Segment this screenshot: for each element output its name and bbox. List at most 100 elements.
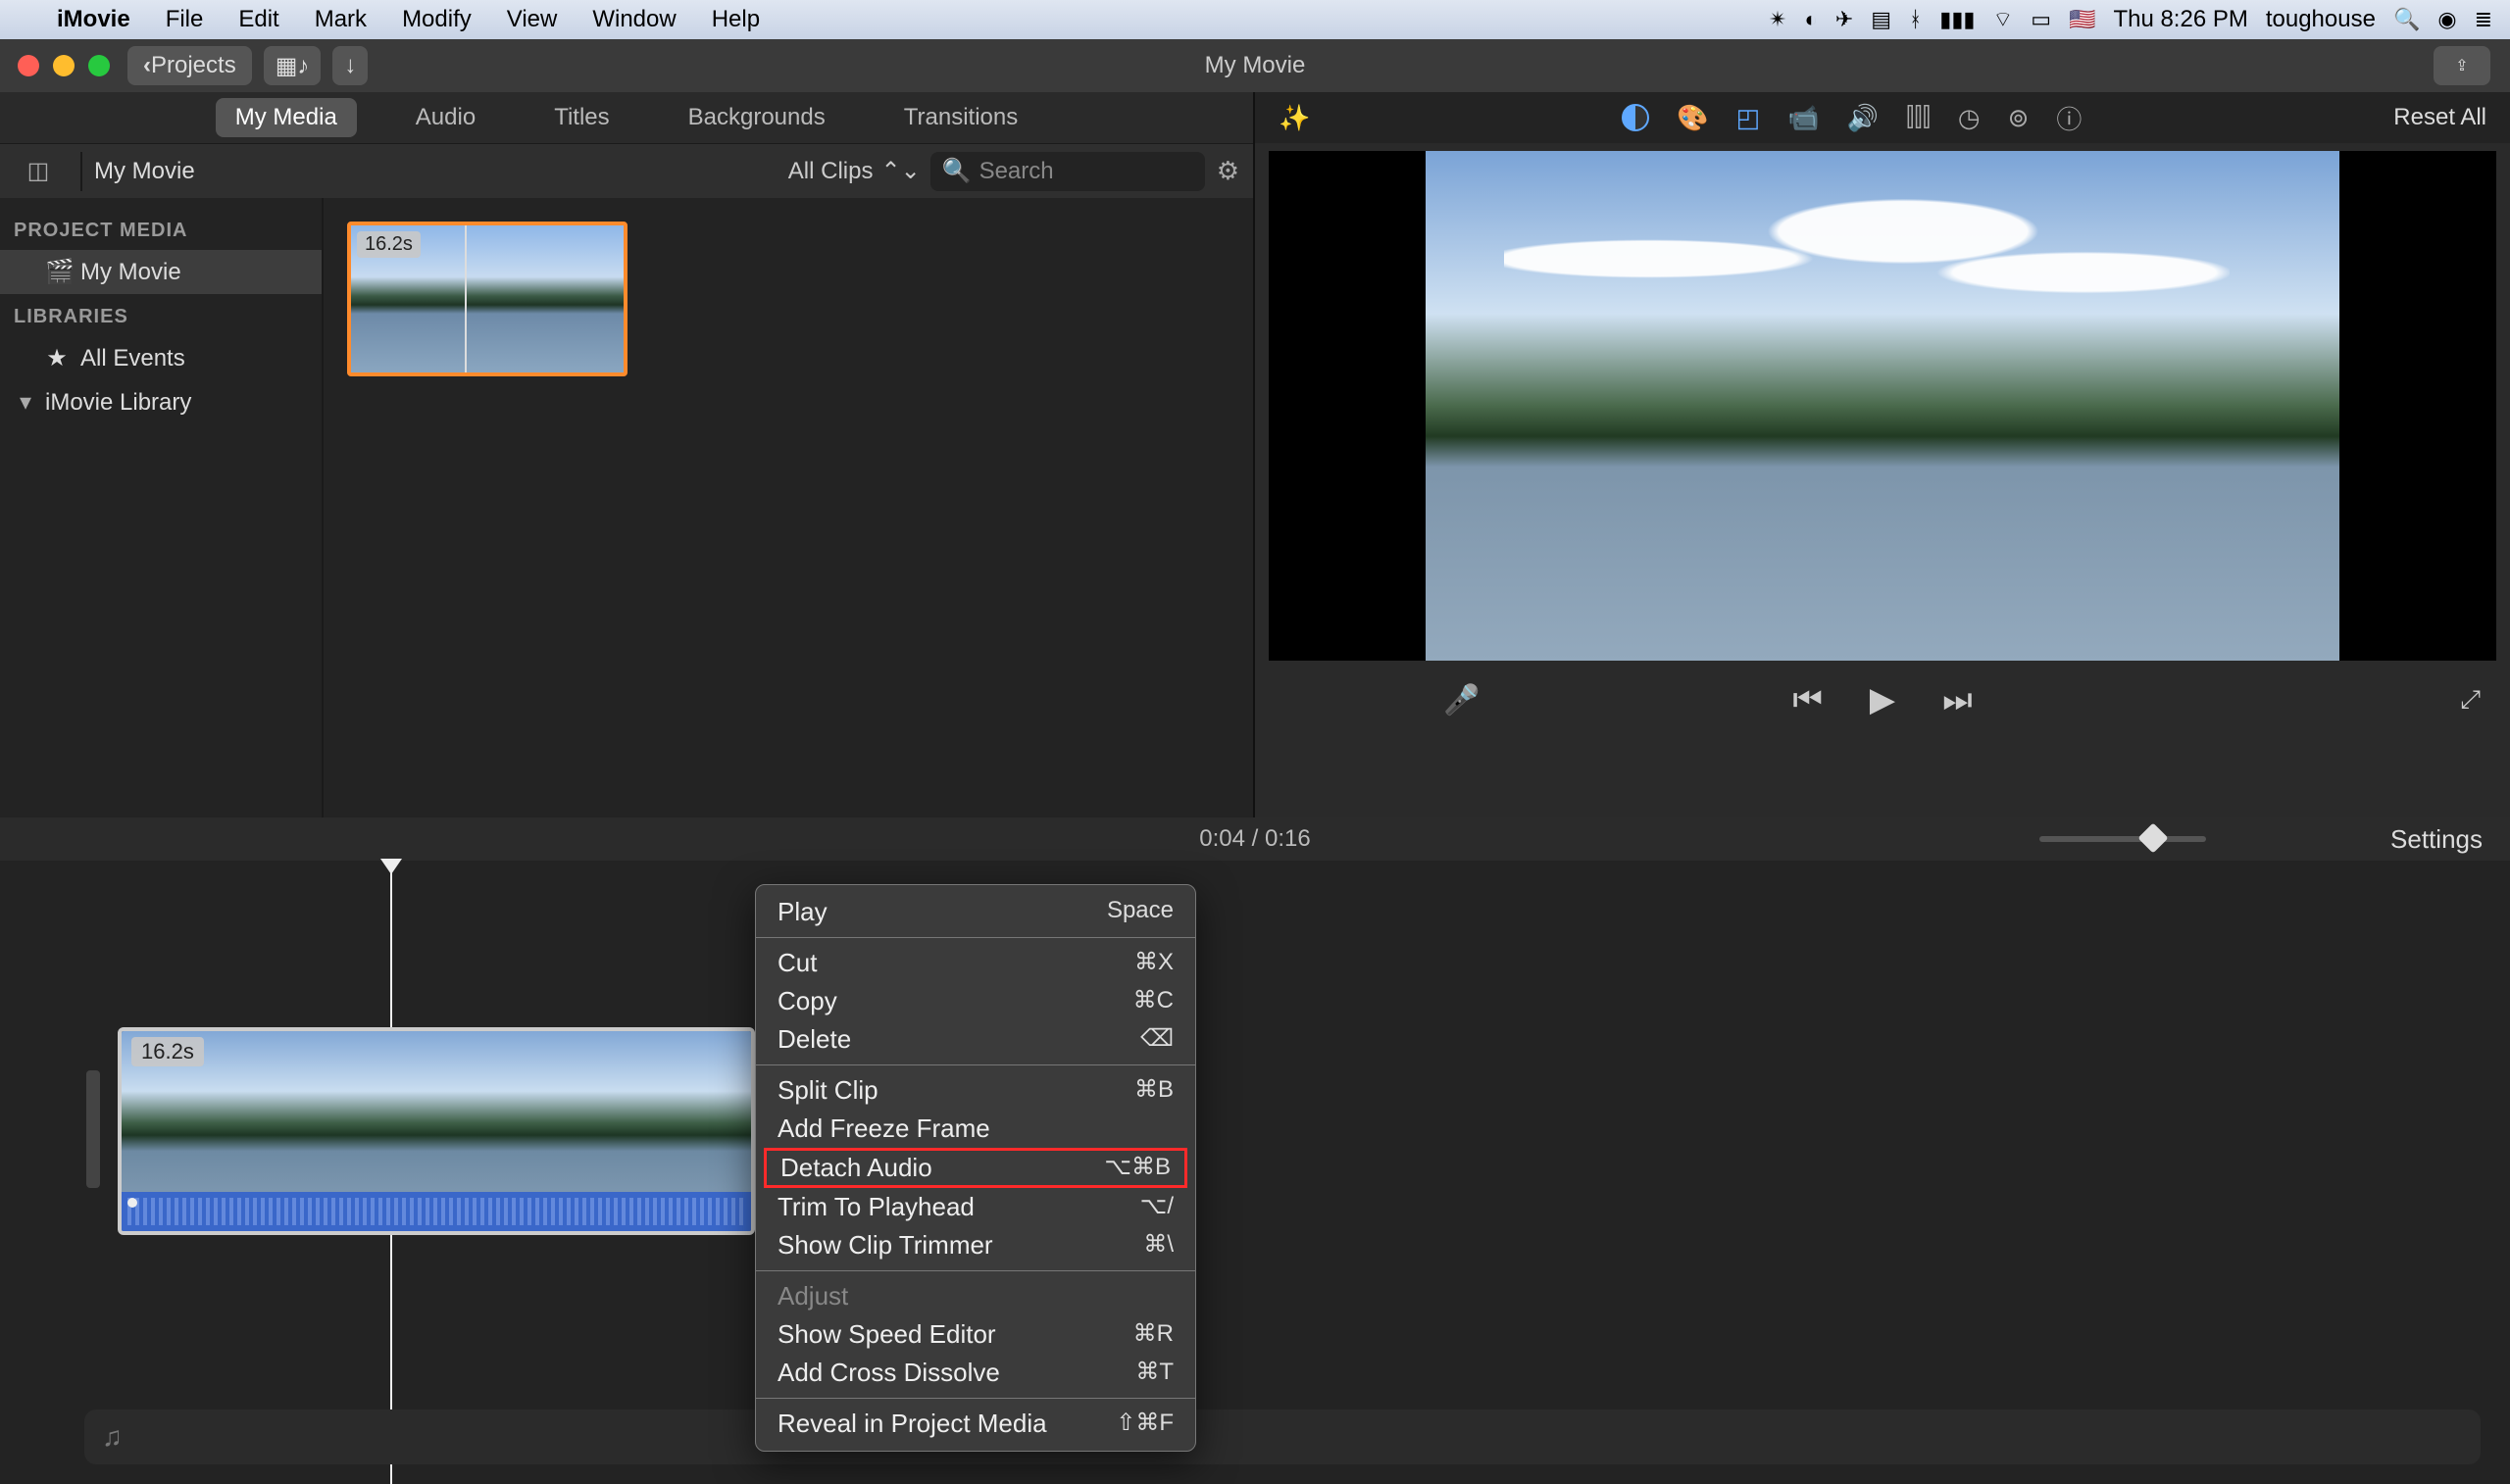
display-icon[interactable]: ▤ [1871,7,1891,32]
sidebar-toggle[interactable]: ◫ [14,157,63,185]
window-minimize[interactable] [53,55,75,76]
viewer[interactable] [1269,151,2496,661]
bluetooth-icon[interactable]: ᚼ [1909,7,1922,32]
menu-edit[interactable]: Edit [221,6,296,33]
tab-audio[interactable]: Audio [396,98,495,137]
menu-mark[interactable]: Mark [297,6,384,33]
user-name[interactable]: toughouse [2266,6,2376,33]
window-close[interactable] [18,55,39,76]
library-tabs: My Media Audio Titles Backgrounds Transi… [0,92,1253,143]
clock[interactable]: Thu 8:26 PM [2113,6,2247,33]
ctx-trim-to-playhead[interactable]: Trim To Playhead⌥/ [756,1188,1195,1226]
sidebar-item-label: My Movie [80,259,181,286]
tab-my-media[interactable]: My Media [216,98,357,137]
color-balance-icon[interactable] [1622,104,1649,131]
zoom-slider[interactable] [2039,836,2206,842]
breadcrumb[interactable]: My Movie [94,158,195,185]
ctx-play[interactable]: PlaySpace [756,893,1195,931]
timeline-clip-audio[interactable] [122,1192,751,1231]
clip-filter[interactable]: All Clips⌃⌄ [788,157,930,185]
battery-outline-icon[interactable]: ▭ [2031,7,2051,32]
ctx-split-clip[interactable]: Split Clip⌘B [756,1071,1195,1110]
clip-duration-badge: 16.2s [357,231,421,258]
window-titlebar: Projects ▦♪ ↓ My Movie ⇪ [0,39,2510,92]
music-note-icon: ♫ [102,1421,123,1453]
viewer-frame [1426,151,2339,661]
app-name[interactable]: iMovie [39,6,148,33]
info-icon[interactable]: ⓘ [2056,100,2082,136]
next-button[interactable]: ⏭ [1942,681,1973,719]
ctx-show-clip-trimmer[interactable]: Show Clip Trimmer⌘\ [756,1226,1195,1264]
ctx-show-speed-editor[interactable]: Show Speed Editor⌘R [756,1315,1195,1354]
menu-view[interactable]: View [489,6,576,33]
back-to-projects-button[interactable]: Projects [127,46,252,85]
wifi-icon[interactable]: ⌔ [1993,6,2014,33]
clips-area[interactable]: 16.2s [324,198,1253,817]
ctx-delete[interactable]: Delete⌫ [756,1020,1195,1059]
filters-icon[interactable]: ⊚ [2008,103,2030,133]
speed-icon[interactable]: ◷ [1958,103,1981,133]
reset-all-button[interactable]: Reset All [2393,104,2486,131]
ctx-cut[interactable]: Cut⌘X [756,944,1195,982]
tab-titles[interactable]: Titles [534,98,628,137]
total-time: 0:16 [1265,825,1311,852]
macos-menubar: iMovie File Edit Mark Modify View Window… [0,0,2510,39]
window-zoom[interactable] [88,55,110,76]
menu-window[interactable]: Window [575,6,693,33]
sidebar-item-project[interactable]: 🎬 My Movie [0,250,322,294]
ctx-detach-audio[interactable]: Detach Audio⌥⌘B [764,1148,1187,1188]
music-track[interactable]: ♫ [84,1410,2481,1464]
spotlight-icon[interactable]: 🔍 [2393,7,2420,32]
crop-icon[interactable]: ◰ [1736,103,1761,133]
status-icon[interactable]: ◐ [1804,7,1817,32]
ctx-add-cross-dissolve[interactable]: Add Cross Dissolve⌘T [756,1354,1195,1392]
chevron-down-icon[interactable]: ▾ [20,388,33,417]
audio-keyframe[interactable] [127,1198,137,1208]
menu-file[interactable]: File [148,6,222,33]
timeline-settings[interactable]: Settings [2390,824,2483,855]
fullscreen-icon[interactable]: ⤢ [2460,684,2481,716]
share-button[interactable]: ⇪ [2434,46,2490,85]
current-time: 0:04 [1199,825,1245,852]
timeline[interactable]: 16.2s ♫ [0,861,2510,1484]
siri-icon[interactable]: ◉ [2437,7,2456,32]
sidebar-item-all-events[interactable]: ★ All Events [0,336,322,380]
search-icon: 🔍 [942,157,972,185]
zoom-knob[interactable] [2138,822,2169,853]
menu-modify[interactable]: Modify [384,6,489,33]
clip-thumbnail[interactable]: 16.2s [347,222,628,376]
import-button[interactable]: ↓ [332,46,368,85]
timeline-handle[interactable] [86,1070,100,1188]
color-wheel-icon[interactable]: 🎨 [1677,103,1708,133]
sidebar: PROJECT MEDIA 🎬 My Movie LIBRARIES ★ All… [0,198,324,817]
send-icon[interactable]: ✈︎ [1835,7,1853,32]
skimmer-line [465,225,467,372]
play-button[interactable]: ▶ [1870,680,1895,719]
tab-backgrounds[interactable]: Backgrounds [669,98,845,137]
list-icon[interactable]: ≣ [2475,7,2492,32]
stabilize-icon[interactable]: 📹 [1787,103,1819,133]
volume-icon[interactable]: 🔊 [1847,103,1879,133]
flag-icon[interactable]: 🇺🇸 [2069,7,2095,32]
window-title: My Movie [1205,52,1306,79]
magic-wand-icon[interactable]: ✨ [1279,103,1310,133]
adjust-toolbar: ✨ 🎨 ◰ 📹 🔊 ⫿⫿⫿ ◷ ⊚ ⓘ Reset All [1255,92,2510,143]
equalizer-icon[interactable]: ⫿⫿⫿ [1906,102,1931,133]
ctx-reveal-in-project-media[interactable]: Reveal in Project Media⇧⌘F [756,1405,1195,1443]
browser-header: ◫ My Movie All Clips⌃⌄ 🔍 Search ⚙ [0,143,1253,198]
wechat-icon[interactable]: ✴︎ [1769,7,1786,32]
time-row: 0:04 / 0:16 Settings [0,817,2510,861]
sidebar-item-imovie-library[interactable]: ▾ iMovie Library [0,380,322,424]
library-list-button[interactable]: ▦♪ [264,46,322,85]
prev-button[interactable]: ⏮ [1792,681,1823,719]
menu-help[interactable]: Help [694,6,778,33]
timeline-clip[interactable]: 16.2s [118,1027,755,1235]
search-input[interactable]: 🔍 Search [930,152,1205,191]
tab-transitions[interactable]: Transitions [884,98,1037,137]
clip-settings-gear[interactable]: ⚙ [1217,156,1239,186]
ctx-copy[interactable]: Copy⌘C [756,982,1195,1020]
playback-controls: 🎤 ⏮ ▶ ⏭ ⤢ [1255,661,2510,739]
voiceover-icon[interactable]: 🎤 [1443,683,1480,717]
ctx-add-freeze-frame[interactable]: Add Freeze Frame [756,1110,1195,1148]
battery-icon[interactable]: ▮▮▮ [1939,7,1975,32]
